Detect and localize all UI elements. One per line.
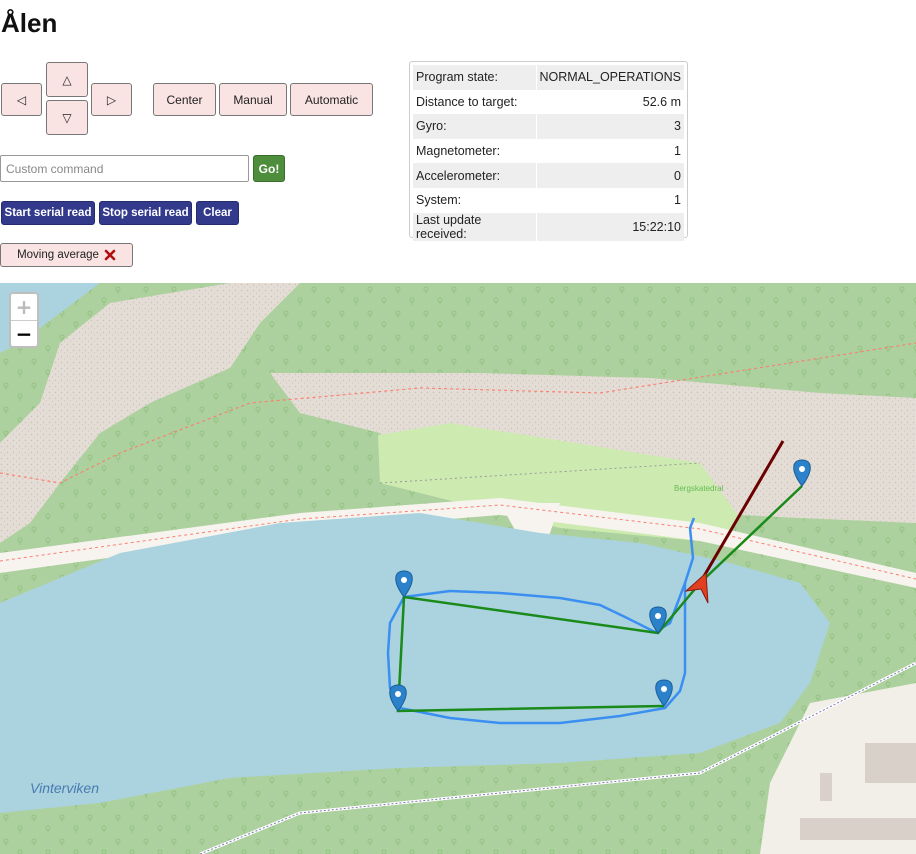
page-title: Ålen	[1, 8, 58, 38]
status-value: 1	[535, 187, 684, 213]
left-arrow-icon: ◁	[16, 92, 27, 107]
clear-button[interactable]: Clear	[196, 201, 239, 225]
left-button[interactable]: ◁	[1, 83, 42, 116]
moving-average-button[interactable]: Moving average	[0, 243, 133, 267]
center-button[interactable]: Center	[153, 83, 216, 116]
custom-command-input[interactable]	[0, 155, 249, 182]
status-value: NORMAL_OPERATIONS	[535, 65, 684, 90]
zoom-out-button[interactable]: −	[11, 321, 37, 347]
table-row: Last update received: 15:22:10	[413, 212, 684, 241]
status-value: 1	[535, 138, 684, 164]
manual-button[interactable]: Manual	[219, 83, 287, 116]
go-button[interactable]: Go!	[253, 155, 285, 182]
up-arrow-icon: △	[62, 72, 72, 87]
zoom-control: + −	[9, 292, 39, 348]
lake-label: Vinterviken	[30, 780, 99, 796]
map-canvas[interactable]: Vinterviken Bergskatedral	[0, 283, 916, 854]
status-panel: Program state: NORMAL_OPERATIONS Distance…	[409, 61, 688, 241]
building	[800, 818, 916, 840]
building	[865, 743, 916, 783]
status-label: Accelerometer:	[413, 163, 537, 188]
right-button[interactable]: ▷	[91, 83, 132, 116]
status-label: Distance to target:	[416, 94, 518, 109]
status-label: Gyro:	[413, 114, 537, 139]
automatic-button[interactable]: Automatic	[290, 83, 373, 116]
status-label: Program state:	[413, 65, 537, 90]
status-value: 0	[535, 163, 684, 188]
status-value: 15:22:10	[535, 212, 684, 241]
building	[820, 773, 832, 801]
down-arrow-icon: ▽	[62, 110, 72, 125]
up-button[interactable]: △	[46, 62, 88, 97]
status-value: 3	[535, 114, 684, 139]
down-button[interactable]: ▽	[46, 100, 88, 135]
status-table: Program state: NORMAL_OPERATIONS Distance…	[413, 65, 684, 241]
status-value: 52.6 m	[535, 89, 684, 115]
zoom-in-button[interactable]: +	[11, 294, 37, 321]
status-label: Last update received:	[413, 212, 537, 241]
stop-serial-read-button[interactable]: Stop serial read	[99, 201, 192, 225]
table-row: Program state: NORMAL_OPERATIONS	[413, 65, 684, 90]
status-label: Magnetometer:	[416, 144, 501, 159]
right-arrow-icon: ▷	[106, 92, 117, 107]
status-label: System:	[416, 193, 462, 208]
moving-average-label: Moving average	[17, 249, 99, 261]
table-row: Distance to target: 52.6 m	[413, 89, 684, 115]
map[interactable]: Vinterviken Bergskatedral	[0, 283, 916, 854]
table-row: Magnetometer: 1	[413, 138, 684, 164]
start-serial-read-button[interactable]: Start serial read	[1, 201, 95, 225]
table-row: Accelerometer: 0	[413, 163, 684, 188]
close-x-icon	[104, 249, 116, 261]
table-row: System: 1	[413, 187, 684, 213]
place-label: Bergskatedral	[674, 484, 724, 493]
table-row: Gyro: 3	[413, 114, 684, 139]
